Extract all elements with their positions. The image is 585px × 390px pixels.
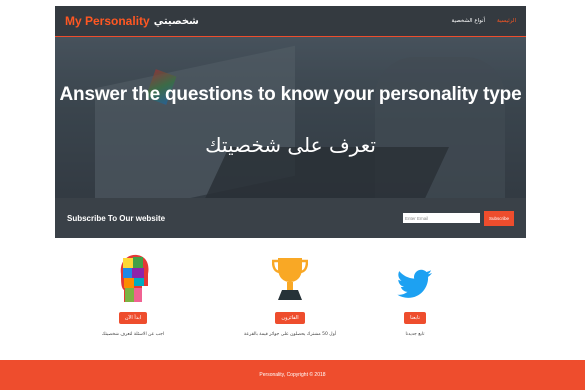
brand-logo[interactable]: My Personality شخصيتي: [65, 14, 199, 28]
nav-links: الرئيسية أنواع الشخصية: [452, 18, 516, 24]
nav-link-personality-types[interactable]: أنواع الشخصية: [452, 18, 486, 24]
twitter-icon: [395, 250, 435, 304]
brand-name-en: My Personality: [65, 14, 150, 28]
subscribe-form: Subscribe: [403, 210, 514, 226]
subscribe-bar: Subscribe To Our website Subscribe: [55, 198, 526, 238]
start-button[interactable]: ابدأ الآن: [118, 312, 148, 324]
feature-start: ابدأ الآن اجب عن الاسئلة لتعرف شخصيتك: [63, 250, 203, 337]
brand-name-ar: شخصيتي: [153, 15, 199, 27]
nav-link-home[interactable]: الرئيسية: [497, 18, 516, 24]
feature-description: اجب عن الاسئلة لتعرف شخصيتك: [101, 332, 165, 337]
hero-title: Answer the questions to know your person…: [59, 84, 522, 105]
features-section: ابدأ الآن اجب عن الاسئلة لتعرف شخصيتك ال…: [55, 240, 526, 358]
subscribe-button[interactable]: Subscribe: [484, 210, 514, 226]
email-input[interactable]: [403, 213, 480, 223]
winners-button[interactable]: الفائزون: [275, 312, 305, 324]
navbar: My Personality شخصيتي الرئيسية أنواع الش…: [55, 6, 526, 37]
hero-subtitle: تعرف على شخصيتك: [205, 133, 376, 157]
page: My Personality شخصيتي الرئيسية أنواع الش…: [0, 0, 585, 390]
hero-overlay: [55, 37, 526, 198]
follow-button[interactable]: تابعنا: [404, 312, 426, 324]
feature-winners: الفائزون أول 50 مشترك يحصلون على جوائز ق…: [220, 250, 360, 337]
hero-banner: Answer the questions to know your person…: [55, 37, 526, 198]
feature-follow: تابعنا تابع جديدنا: [345, 250, 485, 337]
subscribe-label: Subscribe To Our website: [67, 213, 166, 223]
footer: Personality, Copyright © 2018: [0, 360, 585, 390]
feature-description: تابع جديدنا: [405, 332, 425, 337]
trophy-icon: [270, 250, 310, 304]
head-puzzle-icon: [113, 250, 153, 304]
feature-description: أول 50 مشترك يحصلون على جوائز قيمة بالقر…: [244, 332, 336, 337]
copyright-text: Personality, Copyright © 2018: [259, 372, 326, 378]
